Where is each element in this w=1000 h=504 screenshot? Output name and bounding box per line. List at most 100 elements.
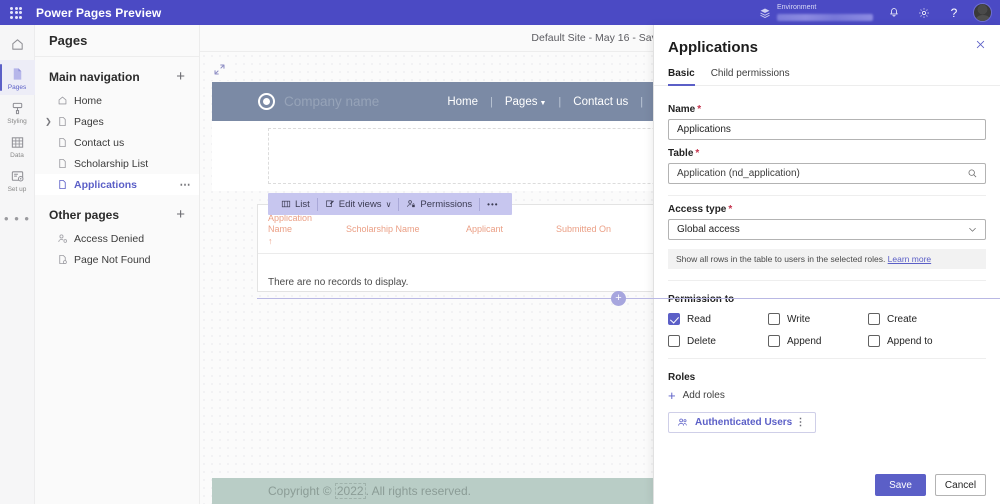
sort-ascending-icon: ↑ (268, 236, 273, 246)
name-field-label: Name* (668, 104, 986, 115)
table-column-header-submitted-on[interactable]: Submitted On (556, 213, 656, 247)
sidebar-item-scholarship-list[interactable]: Scholarship List (35, 153, 199, 174)
page-icon (57, 179, 68, 190)
sidebar-item-label: Home (74, 95, 102, 107)
site-nav-link-pages[interactable]: Pages▼ (493, 96, 559, 108)
list-toolbar-edit-views-button[interactable]: Edit views ∨ (318, 199, 399, 210)
name-input-value: Applications (677, 124, 731, 135)
sidebar-item-label: Page Not Found (74, 254, 150, 266)
question-icon[interactable]: ? (939, 0, 969, 25)
panel-tabs: Basic Child permissions (654, 56, 1000, 86)
checkbox-append[interactable]: Append (768, 335, 868, 347)
table-column-header-applicant[interactable]: Applicant (466, 213, 556, 247)
table-column-header-scholarship-name[interactable]: Scholarship Name (346, 213, 466, 247)
checkbox-append-to[interactable]: Append to (868, 335, 968, 347)
panel-footer: Save Cancel (654, 466, 1000, 504)
save-button[interactable]: Save (875, 474, 926, 496)
list-toolbar-list-button[interactable]: List (274, 199, 317, 210)
site-nav-link-contact-us[interactable]: Contact us (561, 96, 640, 108)
bell-icon[interactable] (879, 0, 909, 25)
rail-item-pages[interactable]: Pages (0, 60, 35, 95)
add-other-page-button[interactable]: + (174, 207, 187, 222)
search-icon[interactable] (967, 168, 978, 179)
site-company-name: Company name (284, 94, 379, 109)
tab-child-permissions[interactable]: Child permissions (711, 68, 790, 85)
site-footer-text: Copyright © 2022. All rights reserved. (268, 484, 471, 498)
checkbox-box[interactable] (668, 335, 680, 347)
sidebar-item-home[interactable]: Home (35, 90, 199, 111)
role-chip-label: Authenticated Users (695, 417, 792, 428)
checkbox-label: Read (687, 314, 711, 325)
rail-more-icon[interactable]: • • • (4, 211, 30, 226)
tab-basic[interactable]: Basic (668, 68, 695, 85)
access-type-value: Global access (677, 224, 740, 235)
rail-item-set-up[interactable]: Set up (0, 163, 35, 197)
learn-more-link[interactable]: Learn more (888, 254, 931, 264)
avatar[interactable] (973, 3, 992, 22)
section-divider (668, 195, 986, 196)
role-chip-overflow-icon[interactable]: ⋮ (796, 417, 807, 428)
canvas-status-title: Default Site - May 16 - Saved (531, 32, 668, 44)
checkbox-read[interactable]: Read (668, 313, 768, 325)
name-input[interactable]: Applications (668, 119, 986, 140)
checkbox-box[interactable] (768, 313, 780, 325)
list-toolbar-overflow-button[interactable]: ••• (480, 200, 505, 209)
edit-views-icon (325, 199, 335, 209)
roles-section-label: Roles (668, 372, 986, 383)
panel-body: Name* Applications Table* Application (n… (654, 86, 1000, 466)
rail-item-styling[interactable]: Styling (0, 95, 35, 129)
checkbox-create[interactable]: Create (868, 313, 968, 325)
checkbox-box[interactable] (868, 335, 880, 347)
chevron-right-icon[interactable]: ❯ (45, 117, 52, 126)
sidebar-item-access-denied[interactable]: Access Denied (35, 228, 199, 249)
home-icon (57, 95, 68, 106)
sidebar-item-contact-us[interactable]: Contact us (35, 132, 199, 153)
rail-label-pages: Pages (8, 84, 26, 91)
rail-item-data[interactable]: Data (0, 129, 35, 163)
panel-title: Applications (668, 39, 984, 56)
add-main-navigation-page-button[interactable]: + (174, 69, 187, 84)
sidebar-item-overflow-icon[interactable]: ⋯ (180, 178, 192, 191)
list-toolbar-permissions-button[interactable]: Permissions (399, 199, 479, 210)
sidebar-item-pages[interactable]: ❯ Pages (35, 111, 199, 132)
checkbox-box[interactable] (868, 313, 880, 325)
permission-section-label: Permission to (668, 294, 986, 305)
rail-item-home[interactable] (0, 29, 35, 60)
checkbox-delete[interactable]: Delete (668, 335, 768, 347)
sidebar-item-applications[interactable]: Applications ⋯ (35, 174, 199, 195)
sidebar-item-page-not-found[interactable]: Page Not Found (35, 249, 199, 270)
checkbox-write[interactable]: Write (768, 313, 868, 325)
role-chip-authenticated-users[interactable]: Authenticated Users ⋮ (668, 412, 816, 433)
add-roles-button[interactable]: + Add roles (668, 389, 986, 402)
list-toolbar-label: Permissions (420, 199, 472, 210)
section-divider (668, 358, 986, 359)
checkbox-box[interactable] (768, 335, 780, 347)
configuration-panel: Applications Basic Child permissions Nam… (653, 25, 1000, 504)
other-pages-title: Other pages (49, 208, 119, 222)
label-text: Name (668, 104, 695, 115)
table-lookup-input[interactable]: Application (nd_application) (668, 163, 986, 184)
close-icon[interactable] (975, 39, 986, 50)
waffle-icon[interactable] (0, 7, 32, 19)
styling-icon (10, 101, 25, 116)
site-nav-links: Home | Pages▼ | Contact us | S (435, 96, 674, 108)
environment-selector[interactable]: Environment (759, 4, 873, 20)
access-type-label: Access type* (668, 204, 986, 215)
rail-label-data: Data (10, 152, 24, 159)
site-nav-link-home[interactable]: Home (435, 96, 490, 108)
info-text: Show all rows in the table to users in t… (676, 254, 888, 264)
expand-icon[interactable] (208, 58, 230, 80)
access-type-select[interactable]: Global access (668, 219, 986, 240)
power-pages-design-studio: Power Pages Preview Environment ? (0, 0, 1000, 504)
table-column-header-application-name[interactable]: Application Name ↑ (268, 213, 346, 247)
gear-icon[interactable] (909, 0, 939, 25)
footer-year[interactable]: 2022 (335, 483, 366, 499)
checkbox-box[interactable] (668, 313, 680, 325)
page-title: Pages (49, 33, 87, 48)
rail-label-set-up: Set up (8, 186, 27, 193)
page-icon (57, 158, 68, 169)
chevron-down-icon[interactable] (967, 224, 978, 235)
cancel-button[interactable]: Cancel (935, 474, 986, 496)
data-icon (10, 135, 25, 150)
add-section-button[interactable]: + (611, 291, 626, 306)
